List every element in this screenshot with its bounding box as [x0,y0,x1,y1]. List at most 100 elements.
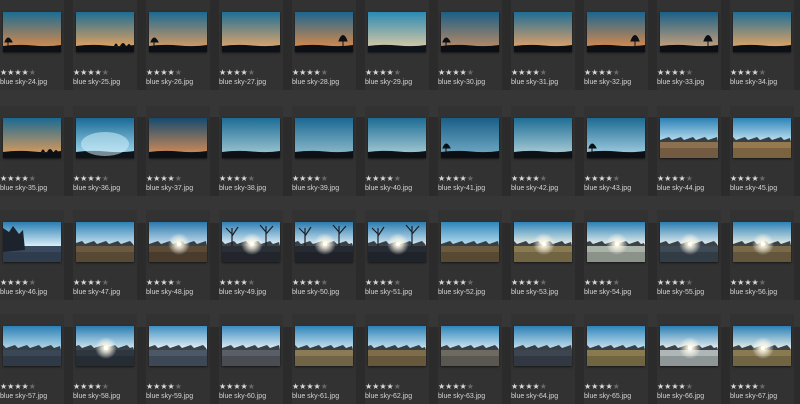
star-filled-icon[interactable]: ★ [22,174,29,183]
thumbnail-cell[interactable]: ★★★★★ blue sky-32.jpg [584,0,648,90]
star-empty-icon[interactable]: ★ [175,174,182,183]
star-empty-icon[interactable]: ★ [686,382,693,391]
photo-thumbnail[interactable] [76,12,134,52]
star-empty-icon[interactable]: ★ [467,278,474,287]
star-filled-icon[interactable]: ★ [306,278,313,287]
star-filled-icon[interactable]: ★ [452,278,459,287]
star-rating[interactable]: ★★★★★ [584,174,620,183]
star-empty-icon[interactable]: ★ [102,278,109,287]
thumbnail-cell[interactable]: ★★★★★ blue sky-61.jpg [292,314,356,404]
thumbnail-cell[interactable]: ★★★★★ blue sky-38.jpg [219,106,283,196]
star-filled-icon[interactable]: ★ [168,278,175,287]
star-empty-icon[interactable]: ★ [467,382,474,391]
star-filled-icon[interactable]: ★ [22,382,29,391]
star-empty-icon[interactable]: ★ [29,382,36,391]
star-filled-icon[interactable]: ★ [387,68,394,77]
thumbnail-cell[interactable]: ★★★★★ blue sky-57.jpg [0,314,64,404]
star-empty-icon[interactable]: ★ [467,174,474,183]
photo-thumbnail[interactable] [660,12,718,52]
thumbnail-cell[interactable]: ★★★★★ blue sky-25.jpg [73,0,137,90]
star-empty-icon[interactable]: ★ [540,174,547,183]
star-filled-icon[interactable]: ★ [22,68,29,77]
star-filled-icon[interactable]: ★ [168,174,175,183]
photo-thumbnail[interactable] [514,326,572,366]
star-filled-icon[interactable]: ★ [387,174,394,183]
star-empty-icon[interactable]: ★ [613,68,620,77]
thumbnail-cell[interactable]: ★★★★★ blue sky-58.jpg [73,314,137,404]
star-filled-icon[interactable]: ★ [160,382,167,391]
star-filled-icon[interactable]: ★ [95,68,102,77]
star-filled-icon[interactable]: ★ [306,382,313,391]
thumbnail-cell[interactable]: ★★★★★ blue sky-51.jpg [365,210,429,300]
thumbnail-cell[interactable]: ★★★★★ blue sky-47.jpg [73,210,137,300]
star-rating[interactable]: ★★★★★ [438,174,474,183]
photo-thumbnail[interactable] [222,222,280,262]
star-empty-icon[interactable]: ★ [248,382,255,391]
thumbnail-cell[interactable]: ★★★★★ blue sky-52.jpg [438,210,502,300]
photo-thumbnail[interactable] [441,12,499,52]
star-rating[interactable]: ★★★★★ [0,278,36,287]
star-empty-icon[interactable]: ★ [29,174,36,183]
star-filled-icon[interactable]: ★ [387,382,394,391]
star-empty-icon[interactable]: ★ [102,382,109,391]
star-rating[interactable]: ★★★★★ [365,278,401,287]
star-filled-icon[interactable]: ★ [379,174,386,183]
star-filled-icon[interactable]: ★ [525,68,532,77]
star-rating[interactable]: ★★★★★ [365,68,401,77]
star-filled-icon[interactable]: ★ [460,68,467,77]
photo-thumbnail[interactable] [76,118,134,158]
star-filled-icon[interactable]: ★ [233,382,240,391]
star-empty-icon[interactable]: ★ [321,68,328,77]
star-empty-icon[interactable]: ★ [540,68,547,77]
star-rating[interactable]: ★★★★★ [146,278,182,287]
thumbnail-cell[interactable]: ★★★★★ blue sky-37.jpg [146,106,210,196]
star-rating[interactable]: ★★★★★ [584,278,620,287]
star-empty-icon[interactable]: ★ [321,278,328,287]
star-empty-icon[interactable]: ★ [394,68,401,77]
star-rating[interactable]: ★★★★★ [365,382,401,391]
star-empty-icon[interactable]: ★ [394,174,401,183]
star-rating[interactable]: ★★★★★ [73,278,109,287]
photo-thumbnail[interactable] [514,222,572,262]
photo-thumbnail[interactable] [149,12,207,52]
star-filled-icon[interactable]: ★ [606,174,613,183]
photo-thumbnail[interactable] [222,118,280,158]
star-empty-icon[interactable]: ★ [759,68,766,77]
thumbnail-cell[interactable]: ★★★★★ blue sky-66.jpg [657,314,721,404]
star-filled-icon[interactable]: ★ [679,174,686,183]
star-empty-icon[interactable]: ★ [613,278,620,287]
star-filled-icon[interactable]: ★ [533,278,540,287]
thumbnail-cell[interactable]: ★★★★★ blue sky-29.jpg [365,0,429,90]
star-rating[interactable]: ★★★★★ [584,382,620,391]
star-filled-icon[interactable]: ★ [744,382,751,391]
star-rating[interactable]: ★★★★★ [219,278,255,287]
star-filled-icon[interactable]: ★ [241,382,248,391]
star-rating[interactable]: ★★★★★ [730,174,766,183]
star-empty-icon[interactable]: ★ [248,68,255,77]
star-filled-icon[interactable]: ★ [306,174,313,183]
star-filled-icon[interactable]: ★ [241,174,248,183]
star-rating[interactable]: ★★★★★ [73,382,109,391]
star-rating[interactable]: ★★★★★ [219,174,255,183]
star-filled-icon[interactable]: ★ [379,68,386,77]
star-filled-icon[interactable]: ★ [233,174,240,183]
star-filled-icon[interactable]: ★ [314,278,321,287]
photo-thumbnail[interactable] [222,12,280,52]
star-empty-icon[interactable]: ★ [321,382,328,391]
star-filled-icon[interactable]: ★ [168,382,175,391]
star-empty-icon[interactable]: ★ [102,68,109,77]
star-filled-icon[interactable]: ★ [606,382,613,391]
photo-thumbnail[interactable] [295,12,353,52]
star-filled-icon[interactable]: ★ [598,174,605,183]
photo-thumbnail[interactable] [660,118,718,158]
star-empty-icon[interactable]: ★ [759,278,766,287]
star-filled-icon[interactable]: ★ [87,278,94,287]
thumbnail-cell[interactable]: ★★★★★ blue sky-54.jpg [584,210,648,300]
star-rating[interactable]: ★★★★★ [146,174,182,183]
star-filled-icon[interactable]: ★ [452,68,459,77]
star-filled-icon[interactable]: ★ [314,68,321,77]
thumbnail-cell[interactable]: ★★★★★ blue sky-40.jpg [365,106,429,196]
star-rating[interactable]: ★★★★★ [292,174,328,183]
star-filled-icon[interactable]: ★ [306,68,313,77]
star-filled-icon[interactable]: ★ [671,174,678,183]
